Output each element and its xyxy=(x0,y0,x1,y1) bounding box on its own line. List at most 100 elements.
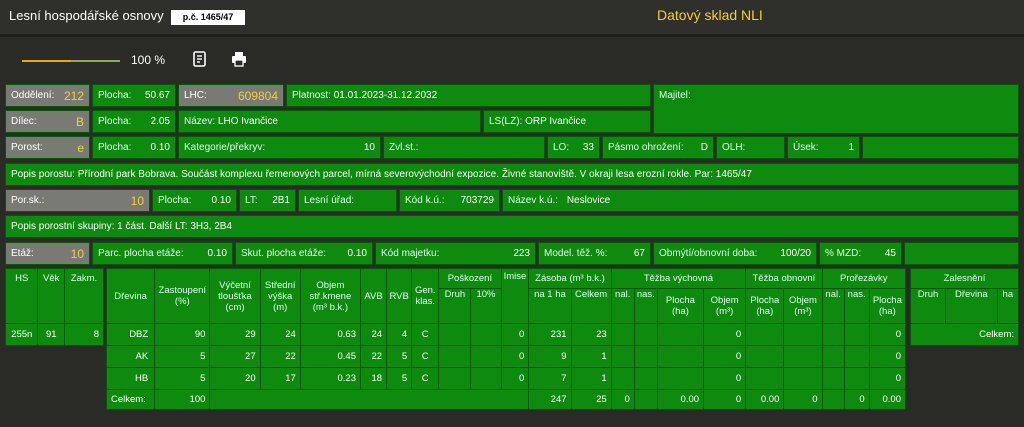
table-cell xyxy=(610,323,635,346)
plocha2-field: Plocha: 2.05 xyxy=(92,110,176,133)
popis-skupiny: Popis porostní skupiny: 1 část. Další LT… xyxy=(5,215,1019,238)
col-poskozeni: Poškození xyxy=(438,268,502,289)
table-row: HB 5 20 17 0.23 18 5 C 0 7 1 0 0 xyxy=(105,367,907,390)
table-cell: 0.63 xyxy=(299,323,362,346)
skut-plocha-field: Skut. plocha etáže: 0.10 xyxy=(235,242,373,265)
lhc-field: LHC: 609804 xyxy=(178,84,284,107)
col-prorezavky: Prořezávky xyxy=(821,268,907,289)
table-cell xyxy=(783,323,823,346)
lo-label: LO: xyxy=(553,142,570,153)
zoom-slider[interactable] xyxy=(22,60,120,62)
col-tezba-vychovna: Těžba výchovná xyxy=(610,268,747,289)
col-tezba-obnovni: Těžba obnovní xyxy=(745,268,823,289)
model-tez-field: Model. těž. %: 67 xyxy=(538,242,651,265)
table-cell xyxy=(783,345,823,368)
col-pr-nal: nal. xyxy=(821,288,845,324)
plocha3-value: 0.10 xyxy=(150,142,170,153)
table-cell: DBZ xyxy=(105,323,156,346)
mzd-value: 45 xyxy=(884,248,896,259)
oddeleni-value: 212 xyxy=(63,89,84,103)
col-imise: Imise xyxy=(500,268,530,324)
platnost-value: 01.01.2023-31.12.2032 xyxy=(333,90,438,101)
popis-porostu: Popis porostu: Přírodní park Bobrava. So… xyxy=(5,163,1019,186)
species-table: Dřevina Zastoupení (%) Výčetní tloušťka … xyxy=(105,268,907,410)
popis-porostu-text: Popis porostu: Přírodní park Bobrava. So… xyxy=(11,169,752,180)
table-cell xyxy=(821,367,845,390)
usek-value: 1 xyxy=(848,142,854,153)
zalesneni-title: Zalesnění xyxy=(910,268,1019,289)
col-10pct: 10% xyxy=(470,288,502,324)
kod-majetku-value: 223 xyxy=(513,248,530,259)
table-cell: 0 xyxy=(703,323,747,346)
table-cell: 5 xyxy=(386,345,413,368)
print-icon[interactable] xyxy=(231,51,247,67)
parc-plocha-label: Parc. plocha etáže: xyxy=(98,248,184,259)
lslz-field: LS(LZ): ORP Ivančice xyxy=(483,110,651,133)
table-cell xyxy=(745,323,785,346)
pasmo-label: Pásmo ohrožení: xyxy=(608,142,684,153)
col-to-objem: Objem (m³) xyxy=(783,288,823,324)
olh-field: OLH: xyxy=(716,136,785,159)
lo-field: LO: 33 xyxy=(547,136,600,159)
skut-plocha-value: 0.10 xyxy=(347,248,367,259)
col-tv-plocha: Plocha (ha) xyxy=(656,288,705,324)
total-pr-nal xyxy=(821,389,845,410)
table-cell: 29 xyxy=(209,323,261,346)
table-cell: 0 xyxy=(703,367,747,390)
plocha4-field: Plocha: 0.10 xyxy=(152,189,237,212)
table-cell xyxy=(470,323,502,346)
table-cell: 7 xyxy=(528,367,572,390)
total-tv-nal: 0 xyxy=(610,389,635,410)
kategorie-label: Kategorie/překryv: xyxy=(184,142,266,153)
col-z-drevina: Dřevina xyxy=(945,288,998,324)
obmyti-value: 100/20 xyxy=(780,248,811,259)
plocha1-label: Plocha: xyxy=(98,90,132,101)
plocha2-label: Plocha: xyxy=(98,116,132,127)
col-zasoba: Zásoba (m³ b.k.) xyxy=(528,268,612,289)
table-row: DBZ 90 29 24 0.63 24 4 C 0 231 23 0 0 xyxy=(105,323,907,346)
porsk-field: Por.sk.: 10 xyxy=(5,189,150,212)
table-cell xyxy=(470,367,502,390)
zakm-value: 8 xyxy=(64,323,104,346)
table-cell: 24 xyxy=(259,323,301,346)
obmyti-label: Obmýtí/obnovní doba: xyxy=(659,248,758,259)
stand-summary-table: HS Věk Zakm. 255n 91 8 xyxy=(4,268,104,346)
source-title: Datový sklad NLI xyxy=(657,7,763,23)
empty-field-2 xyxy=(904,242,1019,265)
table-cell: 0 xyxy=(703,345,747,368)
total-label: Celkem: xyxy=(105,389,156,410)
plocha4-value: 0.10 xyxy=(211,195,231,206)
plocha1-field: Plocha: 50.67 xyxy=(92,84,176,107)
olh-label: OLH: xyxy=(722,142,746,153)
col-tv-nal: nal. xyxy=(610,288,635,324)
table-cell xyxy=(633,367,658,390)
kategorie-field: Kategorie/překryv: 10 xyxy=(178,136,381,159)
table-cell: 90 xyxy=(154,323,211,346)
table-cell xyxy=(843,345,870,368)
plocha1-value: 50.67 xyxy=(144,90,170,101)
model-tez-value: 67 xyxy=(633,248,645,259)
col-zastoupeni: Zastoupení (%) xyxy=(154,268,211,324)
table-cell: 9 xyxy=(528,345,572,368)
total-celkem: 25 xyxy=(570,389,612,410)
kodku-field: Kód k.ú.: 703729 xyxy=(399,189,500,212)
table-cell: 5 xyxy=(386,367,413,390)
table-cell xyxy=(656,345,705,368)
col-celkem: Celkem xyxy=(570,288,612,324)
notes-icon[interactable] xyxy=(192,51,208,67)
dilec-value: B xyxy=(75,115,84,129)
total-empty xyxy=(209,389,530,410)
table-cell: C xyxy=(411,367,440,390)
table-cell: 0 xyxy=(500,345,530,368)
table-cell: 1 xyxy=(570,367,612,390)
parc-plocha-value: 0.10 xyxy=(207,248,227,259)
toolbar: 100 % xyxy=(0,41,1024,102)
col-pr-nas: nas. xyxy=(843,288,870,324)
table-cell xyxy=(470,345,502,368)
table-cell xyxy=(438,345,472,368)
col-drevina: Dřevina xyxy=(105,268,156,324)
table-cell: 0 xyxy=(500,367,530,390)
dilec-field: Dílec: B xyxy=(5,110,90,133)
table-cell: AK xyxy=(105,345,156,368)
popis-skupiny-text: Popis porostní skupiny: 1 část. Další LT… xyxy=(11,221,233,232)
